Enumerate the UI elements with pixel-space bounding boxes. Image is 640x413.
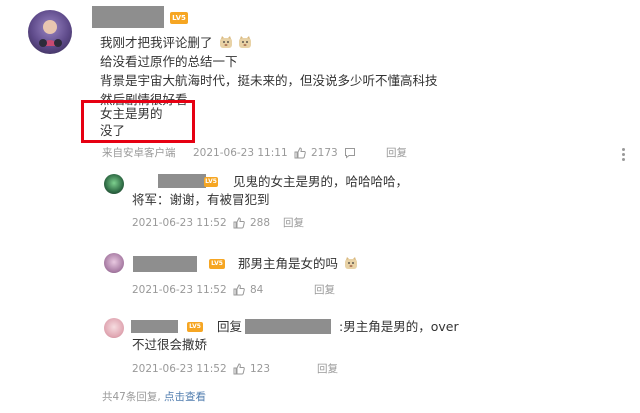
doge-emoji-icon [345, 257, 357, 269]
main-comment-line-2: 给没看过原作的总结一下 [100, 54, 238, 69]
reply-3-username-redacted[interactable] [131, 320, 178, 333]
thumbs-up-icon [233, 363, 245, 375]
reply-3-like-button[interactable]: 123 [233, 362, 270, 376]
reply-3-line-1: :男主角是男的，over [339, 319, 459, 334]
reply-1-timestamp: 2021-06-23 11:52 [132, 217, 227, 229]
reply-2-username-redacted[interactable] [133, 256, 197, 272]
replies-footer: 共47条回复, 点击查看 [102, 390, 206, 404]
reply-2-timestamp: 2021-06-23 11:52 [132, 284, 227, 296]
reply-1-line-2: 将军：谢谢，有被冒犯到 [132, 192, 270, 207]
reply-2-reply-button[interactable]: 回复 [314, 283, 335, 297]
comment-bubble-icon [345, 148, 355, 159]
reply-3-timestamp: 2021-06-23 11:52 [132, 363, 227, 375]
reply-3-mention-redacted[interactable] [245, 319, 331, 334]
reply-3-avatar[interactable] [104, 318, 124, 338]
reply-3-line-2: 不过很会撒娇 [132, 337, 208, 352]
comment-timestamp: 2021-06-23 11:11 [193, 147, 288, 159]
doge-emoji-icon [219, 36, 232, 48]
main-comment-text: 我刚才把我评论删了 [100, 35, 213, 50]
comment-button[interactable] [344, 146, 356, 160]
reply-1-avatar[interactable] [104, 174, 124, 194]
main-comment-line-1: 我刚才把我评论删了 [100, 34, 252, 52]
reply-1-like-button[interactable]: 288 [233, 216, 270, 230]
thumbs-up-icon [233, 284, 245, 296]
like-button[interactable]: 2173 [294, 146, 338, 160]
view-all-replies-link[interactable]: 点击查看 [164, 391, 206, 403]
reply-2-avatar[interactable] [104, 253, 124, 273]
main-comment-line-3: 背景是宇宙大航海时代，挺未来的，但没说多少听不懂高科技 [100, 73, 438, 88]
reply-1-level-badge: LV5 [204, 177, 218, 187]
reply-1-reply-button[interactable]: 回复 [283, 216, 304, 230]
more-options-icon[interactable] [622, 148, 626, 163]
thumbs-up-icon [294, 147, 306, 159]
doge-emoji-icon [239, 36, 252, 48]
reply-3-level-badge: LV5 [187, 322, 203, 332]
main-comment-level-badge: LV5 [170, 12, 188, 24]
reply-3-reply-button[interactable]: 回复 [317, 362, 338, 376]
reply-1-username-redacted[interactable] [158, 174, 206, 188]
total-replies-count: 共47条回复, [102, 391, 161, 403]
reply-2-line-1: 那男主角是女的吗 [238, 255, 358, 273]
reply-3-prefix: 回复 [217, 319, 243, 334]
reply-2-text: 那男主角是女的吗 [238, 256, 339, 271]
avatar-illustration [39, 20, 62, 47]
comment-source: 来自安卓客户端 [102, 147, 176, 159]
main-comment-avatar[interactable] [28, 10, 72, 54]
reply-1-line-1: 见鬼的女主是男的，哈哈哈哈， [233, 174, 409, 189]
reply-3-like-count: 123 [250, 363, 271, 375]
like-count: 2173 [311, 147, 338, 159]
reply-2-like-button[interactable]: 84 [233, 283, 263, 297]
highlight-annotation-box [81, 100, 195, 143]
main-comment-username-redacted[interactable] [92, 6, 164, 28]
reply-2-level-badge: LV5 [209, 259, 225, 269]
reply-2-like-count: 84 [250, 284, 264, 296]
reply-1-like-count: 288 [250, 217, 271, 229]
reply-button[interactable]: 回复 [386, 146, 407, 160]
thumbs-up-icon [233, 217, 245, 229]
